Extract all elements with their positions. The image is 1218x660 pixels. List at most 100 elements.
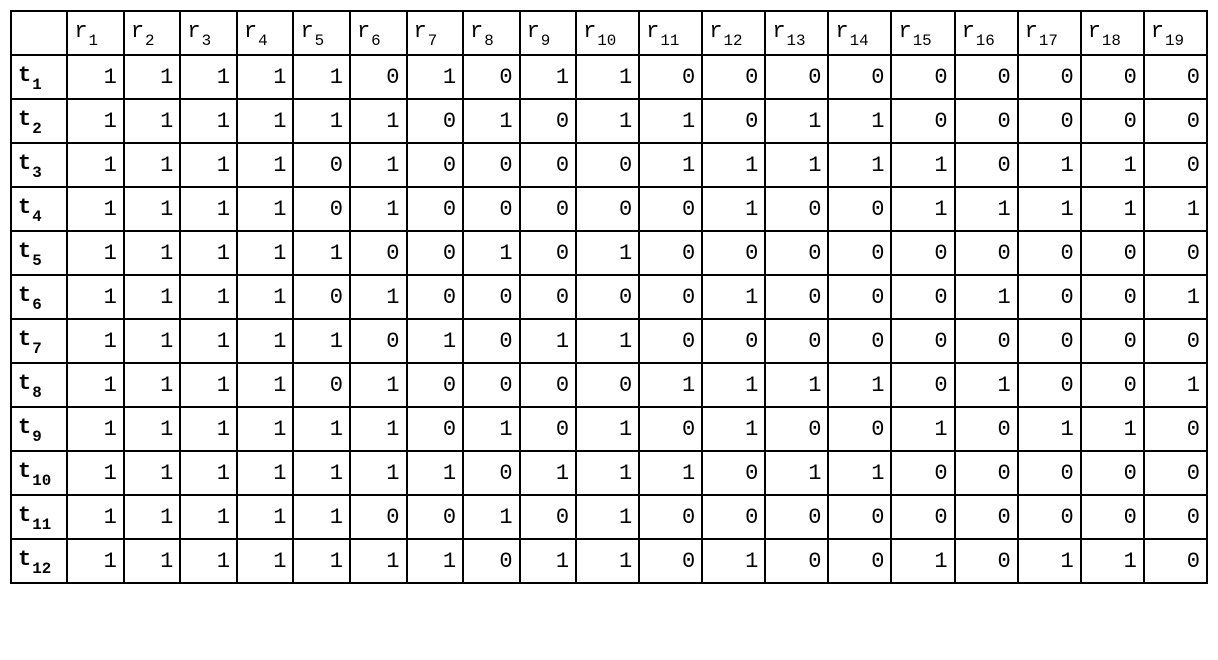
cell: 0 bbox=[1144, 99, 1207, 143]
cell: 1 bbox=[350, 451, 407, 495]
cell: 0 bbox=[520, 143, 577, 187]
cell: 0 bbox=[702, 99, 765, 143]
cell: 1 bbox=[180, 451, 237, 495]
cell: 0 bbox=[576, 363, 639, 407]
cell: 0 bbox=[765, 187, 828, 231]
cell: 0 bbox=[955, 143, 1018, 187]
cell: 0 bbox=[520, 99, 577, 143]
cell: 1 bbox=[293, 231, 350, 275]
cell: 1 bbox=[702, 143, 765, 187]
cell: 0 bbox=[639, 187, 702, 231]
cell: 0 bbox=[350, 319, 407, 363]
col-header: r9 bbox=[520, 11, 577, 55]
cell: 0 bbox=[891, 275, 954, 319]
col-header: r7 bbox=[407, 11, 464, 55]
cell: 1 bbox=[67, 231, 124, 275]
cell: 1 bbox=[67, 99, 124, 143]
cell: 0 bbox=[955, 495, 1018, 539]
cell: 1 bbox=[639, 143, 702, 187]
cell: 1 bbox=[463, 407, 520, 451]
cell: 0 bbox=[891, 55, 954, 99]
cell: 1 bbox=[237, 143, 294, 187]
cell: 1 bbox=[350, 99, 407, 143]
cell: 1 bbox=[463, 495, 520, 539]
cell: 1 bbox=[520, 319, 577, 363]
cell: 1 bbox=[407, 319, 464, 363]
cell: 1 bbox=[67, 187, 124, 231]
row-header: t11 bbox=[11, 495, 67, 539]
cell: 0 bbox=[407, 99, 464, 143]
table-row: t101111111011101100000 bbox=[11, 451, 1207, 495]
cell: 1 bbox=[237, 275, 294, 319]
cell: 1 bbox=[1018, 407, 1081, 451]
cell: 1 bbox=[639, 363, 702, 407]
row-header: t10 bbox=[11, 451, 67, 495]
cell: 0 bbox=[955, 55, 1018, 99]
cell: 1 bbox=[124, 363, 181, 407]
cell: 1 bbox=[237, 55, 294, 99]
cell: 0 bbox=[1081, 55, 1144, 99]
row-header: t6 bbox=[11, 275, 67, 319]
cell: 0 bbox=[639, 55, 702, 99]
cell: 0 bbox=[1144, 539, 1207, 583]
cell: 1 bbox=[1081, 539, 1144, 583]
cell: 0 bbox=[891, 363, 954, 407]
row-header: t4 bbox=[11, 187, 67, 231]
cell: 0 bbox=[1018, 99, 1081, 143]
cell: 0 bbox=[639, 495, 702, 539]
cell: 1 bbox=[293, 407, 350, 451]
table-row: t91111110101010010110 bbox=[11, 407, 1207, 451]
cell: 1 bbox=[576, 55, 639, 99]
col-header: r18 bbox=[1081, 11, 1144, 55]
cell: 1 bbox=[1081, 143, 1144, 187]
cell: 0 bbox=[520, 495, 577, 539]
corner-cell bbox=[11, 11, 67, 55]
cell: 0 bbox=[639, 231, 702, 275]
cell: 0 bbox=[702, 55, 765, 99]
table-row: t51111100101000000000 bbox=[11, 231, 1207, 275]
cell: 1 bbox=[180, 231, 237, 275]
cell: 0 bbox=[955, 451, 1018, 495]
cell: 0 bbox=[828, 275, 891, 319]
cell: 0 bbox=[350, 231, 407, 275]
cell: 0 bbox=[702, 495, 765, 539]
cell: 0 bbox=[955, 407, 1018, 451]
cell: 0 bbox=[1144, 55, 1207, 99]
col-header: r14 bbox=[828, 11, 891, 55]
cell: 1 bbox=[124, 319, 181, 363]
cell: 0 bbox=[463, 187, 520, 231]
cell: 0 bbox=[1018, 319, 1081, 363]
cell: 1 bbox=[237, 99, 294, 143]
cell: 1 bbox=[576, 99, 639, 143]
cell: 0 bbox=[520, 275, 577, 319]
row-header: t7 bbox=[11, 319, 67, 363]
cell: 1 bbox=[180, 539, 237, 583]
cell: 0 bbox=[639, 407, 702, 451]
cell: 0 bbox=[1144, 143, 1207, 187]
cell: 1 bbox=[350, 539, 407, 583]
cell: 1 bbox=[237, 319, 294, 363]
cell: 1 bbox=[1144, 275, 1207, 319]
cell: 1 bbox=[350, 143, 407, 187]
cell: 0 bbox=[639, 275, 702, 319]
col-header: r3 bbox=[180, 11, 237, 55]
cell: 1 bbox=[180, 99, 237, 143]
cell: 0 bbox=[407, 495, 464, 539]
cell: 1 bbox=[955, 363, 1018, 407]
cell: 0 bbox=[765, 275, 828, 319]
cell: 0 bbox=[293, 143, 350, 187]
table-row: t71111101011000000000 bbox=[11, 319, 1207, 363]
row-header: t8 bbox=[11, 363, 67, 407]
cell: 1 bbox=[67, 407, 124, 451]
cell: 1 bbox=[1018, 187, 1081, 231]
cell: 1 bbox=[765, 363, 828, 407]
cell: 0 bbox=[828, 231, 891, 275]
cell: 0 bbox=[1081, 231, 1144, 275]
cell: 0 bbox=[293, 363, 350, 407]
cell: 1 bbox=[67, 275, 124, 319]
cell: 1 bbox=[237, 539, 294, 583]
cell: 1 bbox=[124, 407, 181, 451]
cell: 1 bbox=[828, 143, 891, 187]
cell: 0 bbox=[407, 363, 464, 407]
col-header: r13 bbox=[765, 11, 828, 55]
